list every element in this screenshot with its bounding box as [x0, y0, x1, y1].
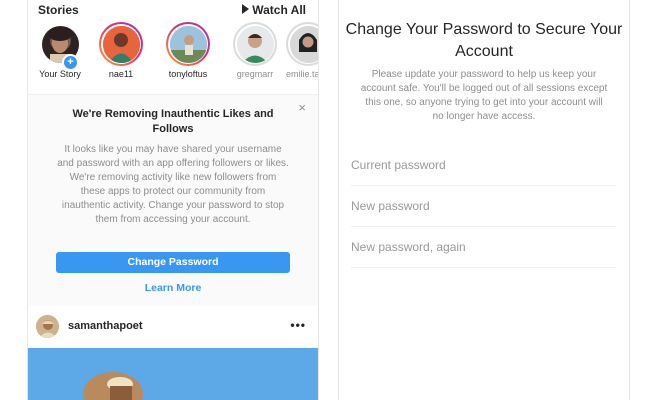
story-ring [99, 22, 143, 66]
more-options-icon[interactable]: ••• [290, 318, 306, 332]
story-name: Your Story [39, 69, 81, 79]
notice-body: It looks like you may have shared your u… [57, 144, 289, 225]
current-password-input[interactable] [351, 145, 616, 185]
current-password-field [351, 145, 616, 186]
story-ring [286, 22, 318, 66]
story-your-story[interactable]: + Your Story [30, 22, 90, 79]
story-name: gregmarr [236, 69, 274, 79]
learn-more-link[interactable]: Learn More [28, 282, 318, 294]
watch-all-button[interactable]: Watch All [242, 3, 306, 17]
inauthentic-activity-notice: × We're Removing Inauthentic Likes and F… [28, 94, 318, 308]
avatar [236, 25, 274, 63]
story-name: tonyloftus [168, 69, 208, 79]
avatar [289, 25, 318, 63]
feed-panel: Stories Watch All + Your Story nae11 ton… [27, 0, 319, 400]
story-name: emilie.ta [286, 69, 319, 79]
story-emilie[interactable]: emilie.ta [286, 22, 319, 79]
change-password-panel: Change Your Password to Secure Your Acco… [338, 0, 630, 400]
story-name: nae11 [108, 69, 134, 79]
change-password-button[interactable]: Change Password [56, 252, 290, 273]
story-gregmarr[interactable]: gregmarr [225, 22, 285, 79]
avatar[interactable] [36, 315, 59, 338]
watch-all-label: Watch All [252, 3, 306, 17]
page-description: Please update your password to help us k… [360, 69, 608, 122]
avatar [169, 25, 207, 63]
stories-tray: Stories Watch All + Your Story nae11 ton… [28, 0, 318, 94]
story-tonyloftus[interactable]: tonyloftus [158, 22, 218, 79]
new-password-input[interactable] [351, 186, 616, 226]
post-header: samanthapoet ••• [28, 306, 318, 348]
post-image[interactable] [28, 348, 318, 400]
add-story-icon[interactable]: + [62, 54, 79, 71]
story-nae11[interactable]: nae11 [91, 22, 151, 79]
new-password-field [351, 186, 616, 227]
notice-title: We're Removing Inauthentic Likes and Fol… [72, 108, 274, 135]
new-password-again-input[interactable] [351, 227, 616, 267]
new-password-again-field [351, 227, 616, 268]
page-title: Change Your Password to Secure Your Acco… [345, 21, 623, 60]
avatar [102, 25, 140, 63]
post-username[interactable]: samanthapoet [68, 320, 143, 332]
play-icon [242, 4, 250, 14]
close-icon[interactable]: × [298, 100, 306, 115]
stories-title: Stories [38, 3, 79, 17]
story-ring [166, 22, 210, 66]
story-ring [233, 22, 277, 66]
